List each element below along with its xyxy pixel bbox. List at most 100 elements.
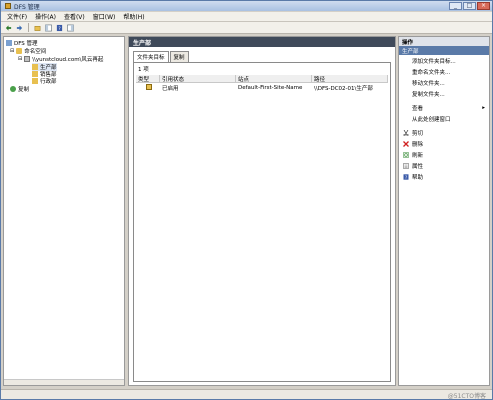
svg-text:?: ? [405, 175, 407, 180]
site-cell: Default-First-Site-Name [238, 84, 303, 91]
cut-icon [403, 130, 409, 136]
blank-icon [403, 80, 409, 86]
blank-icon [403, 69, 409, 75]
menu-file[interactable]: 文件(F) [3, 12, 31, 21]
tab-folder-targets[interactable]: 文件夹目标 [133, 51, 169, 62]
delete-icon [403, 141, 409, 147]
actions-section-header[interactable]: 生产部 [399, 46, 489, 55]
tab-replication[interactable]: 复制 [169, 51, 189, 62]
tree-item-dfs-root[interactable]: DFS 管理 [6, 39, 38, 47]
action-cut[interactable]: 剪切 [399, 128, 489, 138]
collapse-toggle-icon[interactable]: ⊟ [10, 48, 14, 54]
tab-strip: 文件夹目标 复制 [133, 51, 190, 62]
app-window: DFS 管理 _ □ × 文件(F) 操作(A) 查看(V) 窗口(W) 帮助(… [0, 0, 493, 400]
blank-icon [403, 91, 409, 97]
blank-icon [403, 58, 409, 64]
minimize-button[interactable]: _ [449, 2, 462, 10]
action-label: 属性 [412, 164, 424, 170]
menu-view[interactable]: 查看(V) [60, 12, 89, 21]
details-pane: 生产部 文件夹目标 复制 1 项 类型 引用状态 站点 路径 已启用 Defau… [128, 36, 396, 386]
action-properties[interactable]: 属性 [399, 161, 489, 171]
show-hide-tree-button[interactable] [44, 23, 53, 32]
console-tree-icon [45, 24, 52, 31]
namespace-root-icon [24, 56, 31, 62]
column-header-site[interactable]: 站点 [236, 75, 312, 83]
action-label: 移动文件夹... [412, 81, 445, 87]
show-action-pane-button[interactable] [66, 23, 75, 32]
submenu-arrow-icon: ▸ [482, 105, 485, 111]
action-label: 帮助 [412, 175, 424, 181]
namespace-icon [16, 48, 23, 54]
action-label: 删除 [412, 142, 424, 148]
menu-window[interactable]: 窗口(W) [89, 12, 120, 21]
dfs-management-icon [6, 40, 12, 46]
column-header-type[interactable]: 类型 [136, 75, 160, 83]
action-label: 复制文件夹... [412, 92, 445, 98]
action-label: 查看 [412, 106, 424, 112]
help-book-icon: ? [56, 24, 63, 31]
folder-target-icon [146, 83, 152, 90]
type-cell [136, 83, 160, 92]
action-label: 添加文件夹目标... [412, 59, 456, 65]
tree-item-namespace[interactable]: ⊟ 命名空间 [10, 47, 46, 55]
forward-button[interactable] [15, 23, 24, 32]
menu-help[interactable]: 帮助(H) [119, 12, 148, 21]
action-refresh[interactable]: 刷新 [399, 150, 489, 160]
menu-action[interactable]: 操作(A) [31, 12, 60, 21]
action-view[interactable]: 查看 ▸ [399, 103, 489, 113]
folder-icon [32, 78, 38, 84]
up-button[interactable] [33, 23, 42, 32]
refresh-icon [403, 152, 409, 158]
tree-label-server: \\yunstcloud.com\风云再起 [32, 57, 104, 63]
column-header-status[interactable]: 引用状态 [160, 75, 236, 83]
table-row[interactable]: 已启用 Default-First-Site-Name \\DFS-DC02-0… [136, 83, 388, 92]
tree-item-server[interactable]: ⊟ \\yunstcloud.com\风云再起 [18, 55, 103, 63]
action-help[interactable]: ? 帮助 [399, 172, 489, 182]
horizontal-scrollbar[interactable] [4, 379, 124, 385]
forward-arrow-icon [16, 24, 23, 31]
watermark-text: @51CTO博客 [447, 393, 486, 400]
action-label: 重命名文件夹... [412, 70, 451, 76]
action-pane-icon [67, 24, 74, 31]
window-title: DFS 管理 [14, 3, 40, 11]
help-toolbar-button[interactable]: ? [55, 23, 64, 32]
actions-pane: 操作 生产部 添加文件夹目标... 重命名文件夹... 移动文件夹... 复制文… [398, 36, 490, 386]
action-move-folder[interactable]: 移动文件夹... [399, 78, 489, 88]
blank-icon [403, 105, 409, 111]
toolbar: ? [1, 22, 492, 34]
action-label: 剪切 [412, 131, 424, 137]
navigation-tree: DFS 管理 ⊟ 命名空间 ⊟ \\yunstcloud.com\风云再起 生产… [3, 36, 125, 386]
action-new-window[interactable]: 从此处创建窗口 [399, 114, 489, 124]
tree-item-folder-2[interactable]: 行政部 [32, 77, 57, 85]
help-icon: ? [403, 174, 409, 180]
action-copy-folder[interactable]: 复制文件夹... [399, 89, 489, 99]
tree-label-namespace: 命名空间 [24, 49, 47, 55]
menu-bar: 文件(F) 操作(A) 查看(V) 窗口(W) 帮助(H) [1, 12, 492, 22]
properties-icon [403, 163, 409, 169]
collapse-toggle-icon[interactable]: ⊟ [18, 56, 22, 62]
action-add-folder-target[interactable]: 添加文件夹目标... [399, 56, 489, 66]
status-bar: @51CTO博客 [1, 389, 492, 400]
tab-content: 1 项 类型 引用状态 站点 路径 已启用 Default-First-Site… [133, 62, 391, 382]
tree-item-replication[interactable]: 复制 [10, 85, 29, 93]
back-arrow-icon [5, 24, 12, 31]
item-count: 1 项 [138, 67, 149, 73]
action-label: 从此处创建窗口 [412, 117, 451, 123]
path-cell: \\DFS-DC02-01\生产部 [314, 85, 373, 92]
details-header: 生产部 [129, 37, 395, 47]
replication-icon [10, 86, 16, 92]
title-bar: DFS 管理 _ □ × [1, 1, 492, 11]
window-controls: _ □ × [449, 2, 490, 10]
up-folder-icon [34, 25, 41, 31]
tree-label-root: DFS 管理 [14, 41, 38, 47]
actions-title: 操作 [399, 37, 489, 46]
action-rename-folder[interactable]: 重命名文件夹... [399, 67, 489, 77]
maximize-button[interactable]: □ [463, 2, 476, 10]
app-icon [5, 3, 11, 9]
back-button[interactable] [4, 23, 13, 32]
column-header-path[interactable]: 路径 [312, 75, 388, 83]
blank-icon [403, 116, 409, 122]
table-header: 类型 引用状态 站点 路径 [136, 75, 388, 83]
action-delete[interactable]: 删除 [399, 139, 489, 149]
close-button[interactable]: × [477, 2, 490, 10]
